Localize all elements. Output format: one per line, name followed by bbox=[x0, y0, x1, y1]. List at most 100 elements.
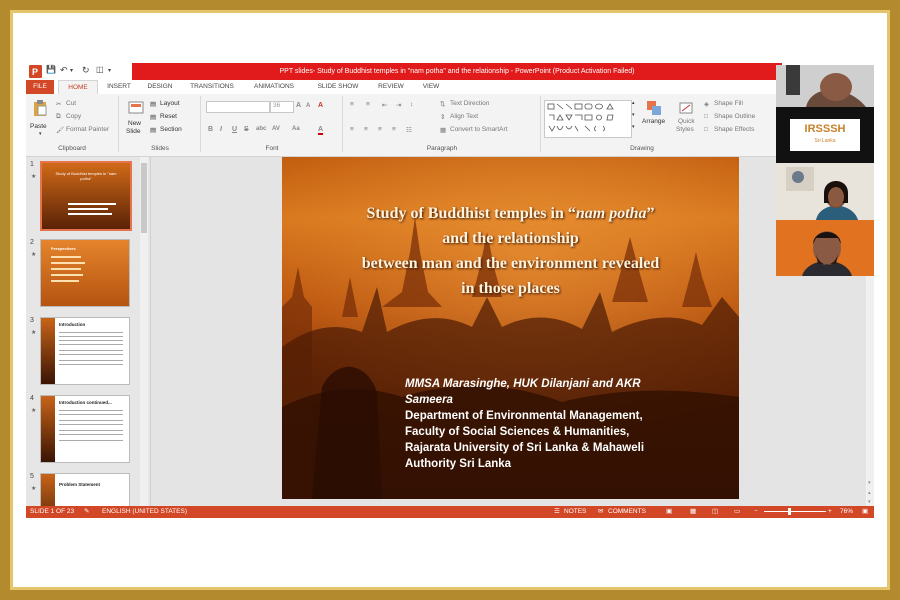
cut-button[interactable]: Cut bbox=[66, 100, 76, 107]
quick-styles-button-2[interactable]: Styles bbox=[676, 126, 694, 133]
quick-styles-icon[interactable] bbox=[678, 100, 694, 116]
slide-thumbnail-5[interactable]: Problem Statement bbox=[40, 473, 130, 506]
font-size-combo[interactable]: 36 bbox=[270, 101, 294, 113]
participant-video-2[interactable]: IRSSSH Sri Lanka bbox=[776, 107, 874, 163]
layout-button[interactable]: Layout bbox=[160, 100, 180, 107]
tab-slide-show[interactable]: SLIDE SHOW bbox=[310, 80, 366, 94]
undo-dropdown-icon[interactable]: ▾ bbox=[70, 67, 73, 74]
next-slide-icon[interactable]: ▾ bbox=[868, 499, 871, 505]
shapes-more-icon[interactable]: ▾ bbox=[632, 124, 635, 130]
normal-view-icon[interactable]: ▣ bbox=[666, 506, 672, 518]
justify-icon[interactable]: ≡ bbox=[392, 126, 396, 133]
columns-icon[interactable]: ☷ bbox=[406, 126, 412, 134]
slide-sorter-icon[interactable]: ▦ bbox=[690, 506, 696, 518]
reset-button[interactable]: Reset bbox=[160, 113, 177, 120]
tab-transitions[interactable]: TRANSITIONS bbox=[184, 80, 240, 94]
fit-to-window-icon[interactable]: ▣ bbox=[862, 506, 868, 518]
align-right-icon[interactable]: ≡ bbox=[378, 126, 382, 133]
new-slide-icon[interactable] bbox=[128, 100, 144, 116]
paste-icon[interactable] bbox=[32, 100, 48, 116]
text-shadow-button[interactable]: abc bbox=[256, 126, 266, 132]
reading-view-icon[interactable]: ◫ bbox=[712, 506, 718, 518]
slide-title-line1-a: Study of Buddhist temples in “ bbox=[366, 205, 576, 222]
zoom-in-icon[interactable]: + bbox=[828, 506, 832, 518]
align-center-icon[interactable]: ≡ bbox=[364, 126, 368, 133]
clear-formatting-button[interactable]: A bbox=[318, 102, 323, 109]
increase-indent-icon[interactable]: ⇥ bbox=[396, 101, 401, 109]
start-from-beginning-icon[interactable]: ◫ bbox=[96, 65, 104, 74]
customize-toolbar-icon[interactable]: ▾ bbox=[108, 67, 111, 74]
zoom-out-icon[interactable]: − bbox=[754, 506, 758, 518]
strikethrough-button[interactable]: S bbox=[244, 126, 249, 133]
shape-outline-button[interactable]: Shape Outline bbox=[714, 113, 755, 120]
zoom-slider-thumb[interactable] bbox=[788, 508, 791, 515]
shapes-up-icon[interactable]: ▴ bbox=[632, 100, 635, 106]
previous-slide-icon[interactable]: ▴ bbox=[868, 490, 871, 496]
tab-insert[interactable]: INSERT bbox=[102, 80, 136, 94]
text-direction-button[interactable]: Text Direction bbox=[450, 100, 489, 107]
thumbnails-scroll-thumb[interactable] bbox=[141, 163, 147, 233]
decrease-indent-icon[interactable]: ⇤ bbox=[382, 101, 387, 109]
tab-home[interactable]: HOME bbox=[58, 80, 98, 95]
new-slide-button-2[interactable]: Slide bbox=[126, 128, 140, 135]
section-button[interactable]: Section bbox=[160, 126, 182, 133]
slide-thumbnail-2[interactable]: Perspectives bbox=[40, 239, 130, 307]
bold-button[interactable]: B bbox=[208, 126, 213, 133]
shrink-font-button[interactable]: A bbox=[306, 103, 310, 109]
slide-show-icon[interactable]: ▭ bbox=[734, 506, 740, 518]
spelling-icon[interactable]: ✎ bbox=[84, 506, 89, 518]
tab-design[interactable]: DESIGN bbox=[142, 80, 178, 94]
thumb-number-4: 4 bbox=[30, 395, 34, 402]
line-spacing-icon[interactable]: ↕ bbox=[410, 101, 413, 108]
shape-effects-button[interactable]: Shape Effects bbox=[714, 126, 754, 133]
paste-button[interactable]: Paste bbox=[30, 123, 47, 130]
align-text-button[interactable]: Align Text bbox=[450, 113, 478, 120]
tab-review[interactable]: REVIEW bbox=[372, 80, 410, 94]
tab-view[interactable]: VIEW bbox=[416, 80, 446, 94]
undo-icon[interactable]: ↶ bbox=[60, 65, 68, 76]
character-spacing-button[interactable]: AV bbox=[272, 126, 280, 132]
thumb-star-3: ★ bbox=[31, 330, 37, 336]
redo-icon[interactable]: ↻ bbox=[82, 65, 90, 76]
quick-styles-button[interactable]: Quick bbox=[678, 118, 695, 125]
font-name-combo[interactable] bbox=[206, 101, 270, 113]
tab-file[interactable]: FILE bbox=[26, 80, 54, 94]
shapes-down-icon[interactable]: ▾ bbox=[632, 112, 635, 118]
zoom-slider[interactable] bbox=[764, 511, 826, 512]
thumb-title-4: Introduction continued... bbox=[59, 400, 112, 405]
convert-smartart-button[interactable]: Convert to SmartArt bbox=[450, 126, 507, 133]
numbering-icon[interactable]: ≡ bbox=[366, 101, 370, 108]
grow-font-button[interactable]: A bbox=[296, 102, 301, 109]
zoom-level[interactable]: 76% bbox=[840, 506, 853, 518]
section-icon: ▤ bbox=[150, 127, 157, 134]
format-painter-button[interactable]: Format Painter bbox=[66, 126, 109, 133]
paste-dropdown-icon[interactable]: ▾ bbox=[39, 131, 42, 137]
notes-icon: ☰ bbox=[554, 508, 560, 515]
notes-button[interactable]: NOTES bbox=[564, 506, 586, 518]
thumbnails-scrollbar[interactable] bbox=[140, 157, 148, 506]
bullets-icon[interactable]: ≡ bbox=[350, 101, 354, 108]
align-left-icon[interactable]: ≡ bbox=[350, 126, 354, 133]
slide-thumbnail-3[interactable]: Introduction bbox=[40, 317, 130, 385]
italic-button[interactable]: I bbox=[220, 126, 222, 133]
current-slide[interactable]: Study of Buddhist temples in “nam potha”… bbox=[282, 157, 739, 499]
slide-thumbnail-4[interactable]: Introduction continued... bbox=[40, 395, 130, 463]
change-case-button[interactable]: Aa bbox=[292, 126, 300, 132]
arrange-button[interactable]: Arrange bbox=[642, 118, 665, 125]
save-icon[interactable]: 💾 bbox=[46, 65, 56, 74]
copy-button[interactable]: Copy bbox=[66, 113, 81, 120]
arrange-icon[interactable] bbox=[646, 100, 662, 116]
shape-fill-button[interactable]: Shape Fill bbox=[714, 100, 743, 107]
tab-animations[interactable]: ANIMATIONS bbox=[246, 80, 302, 94]
comments-button[interactable]: COMMENTS bbox=[608, 506, 646, 518]
participant-video-4[interactable] bbox=[776, 220, 874, 276]
shapes-gallery[interactable] bbox=[544, 100, 632, 138]
participant-video-1[interactable] bbox=[776, 65, 874, 107]
participant-video-3[interactable] bbox=[776, 163, 874, 220]
font-color-button[interactable]: A bbox=[318, 126, 324, 135]
new-slide-button[interactable]: New bbox=[128, 120, 141, 127]
language-indicator[interactable]: ENGLISH (UNITED STATES) bbox=[102, 506, 187, 518]
slide-thumbnail-1[interactable]: Study of Buddhist temples in "nam potha" bbox=[40, 161, 132, 231]
underline-button[interactable]: U bbox=[232, 126, 237, 133]
scroll-down-icon[interactable]: ▾ bbox=[868, 480, 871, 486]
